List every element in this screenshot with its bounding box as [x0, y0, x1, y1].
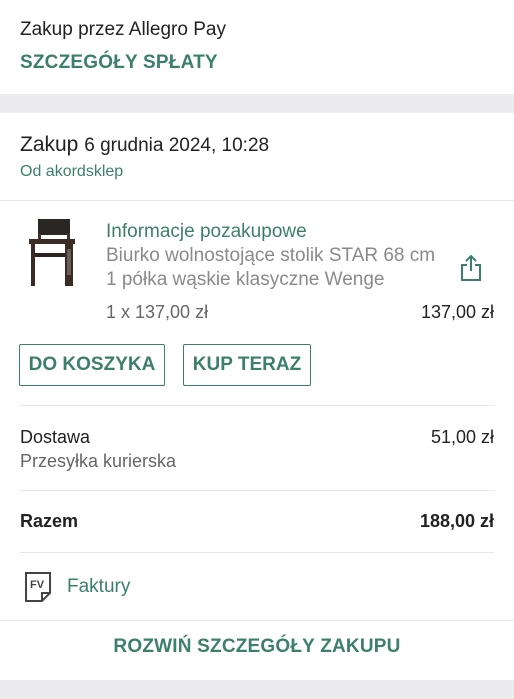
allegro-pay-title: Zakup przez Allegro Pay — [20, 19, 226, 40]
summary-label: Razem — [20, 511, 79, 531]
divider — [20, 405, 494, 406]
delivery-price: 51,00 zł — [430, 427, 494, 447]
section-separator — [0, 94, 514, 113]
svg-text:FV: FV — [30, 579, 45, 591]
expand-purchase-details-link[interactable]: ROZWIŃ SZCZEGÓŁY ZAKUPU — [0, 636, 514, 658]
divider — [0, 620, 514, 621]
delivery-label: Dostawa — [20, 427, 91, 447]
add-to-cart-button[interactable]: DO KOSZYKA — [19, 344, 165, 386]
purchase-label: Zakup — [20, 133, 79, 156]
invoices-link[interactable]: Faktury — [67, 576, 130, 598]
item-total: 137,00 zł — [420, 302, 494, 322]
quantity-price: 1 x 137,00 zł — [106, 302, 209, 322]
summary-total: 188,00 zł — [419, 511, 494, 531]
seller-link[interactable]: akordsklep — [46, 163, 123, 180]
share-icon[interactable] — [459, 254, 483, 282]
purchase-card: Zakup 6 grudnia 2024, 10:28 Od akordskle… — [0, 113, 514, 680]
purchase-header: Zakup 6 grudnia 2024, 10:28 — [20, 133, 269, 157]
divider — [0, 200, 514, 201]
seller-line: Od akordsklep — [20, 163, 123, 181]
delivery-method: Przesyłka kurierska — [20, 451, 177, 471]
bottom-separator — [0, 680, 514, 699]
buy-now-button[interactable]: KUP TERAZ — [183, 344, 311, 386]
divider — [20, 490, 494, 491]
product-name-line1[interactable]: Biurko wolnostojące stolik STAR 68 cm — [106, 245, 435, 267]
divider — [20, 552, 494, 553]
purchase-date: 6 grudnia 2024, 10:28 — [84, 135, 270, 156]
allegro-pay-section: Zakup przez Allegro Pay SZCZEGÓŁY SPŁATY — [0, 0, 514, 94]
after-purchase-info-link[interactable]: Informacje pozakupowe — [106, 221, 307, 243]
seller-prefix: Od — [20, 163, 42, 180]
invoice-fv-icon[interactable]: FV — [24, 571, 52, 603]
desk-product-icon[interactable] — [26, 219, 78, 287]
product-name-line2[interactable]: 1 półka wąskie klasyczne Wenge — [106, 269, 384, 291]
repayment-details-link[interactable]: SZCZEGÓŁY SPŁATY — [20, 52, 218, 74]
